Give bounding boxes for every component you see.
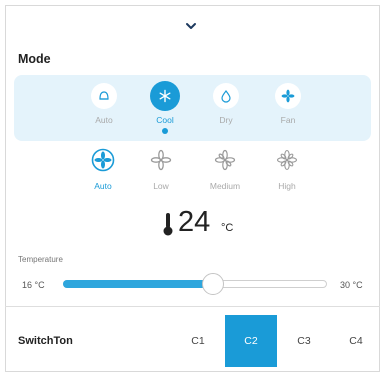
mode-selector: Auto Cool Dry Fan [14,75,371,141]
droplet-icon [213,83,239,109]
mode-label: Cool [156,115,174,125]
mode-label: Fan [280,115,296,125]
fan-speed-auto[interactable]: Auto [73,148,133,191]
temperature-caption: Temperature [18,255,63,264]
mode-cool[interactable]: Cool [141,81,189,134]
channel-c3[interactable]: C3 [278,315,330,367]
mode-title: Mode [18,52,51,66]
fan-medium-icon [214,149,236,171]
fan-low-icon [150,149,172,171]
mode-auto[interactable]: Auto [80,83,128,125]
channel-c1[interactable]: C1 [172,315,224,367]
fan-icon [275,83,301,109]
thermometer-icon [163,213,173,236]
fan-speed-label: Low [153,181,169,191]
divider [5,306,380,307]
fan-speed-medium[interactable]: Medium [195,148,255,191]
mode-dry[interactable]: Dry [202,83,250,125]
selected-indicator [162,128,168,134]
switch-label: SwitchTon [18,335,73,347]
channel-c4[interactable]: C4 [330,315,382,367]
fan-speed-label: Medium [209,181,241,191]
fan-auto-icon [91,148,115,172]
channel-c2[interactable]: C2 [225,315,277,367]
slider-max-label: 30 °C [340,280,363,290]
temperature-slider-fill [63,280,213,288]
temperature-slider-track[interactable] [63,280,327,288]
temperature-value: 24 [178,206,211,238]
fan-speed-label: Auto [94,181,112,191]
chevron-down-icon[interactable] [185,20,197,32]
mode-label: Auto [95,115,113,125]
auto-mode-icon [91,83,117,109]
snowflake-icon [150,81,180,111]
slider-min-label: 16 °C [22,280,45,290]
fan-speed-low[interactable]: Low [131,148,191,191]
fan-speed-high[interactable]: High [257,148,317,191]
fan-high-icon [276,149,298,171]
fan-speed-label: High [278,181,296,191]
temperature-unit: °C [221,222,234,234]
mode-fan[interactable]: Fan [264,83,312,125]
mode-label: Dry [219,115,233,125]
temperature-slider-thumb[interactable] [202,273,224,295]
